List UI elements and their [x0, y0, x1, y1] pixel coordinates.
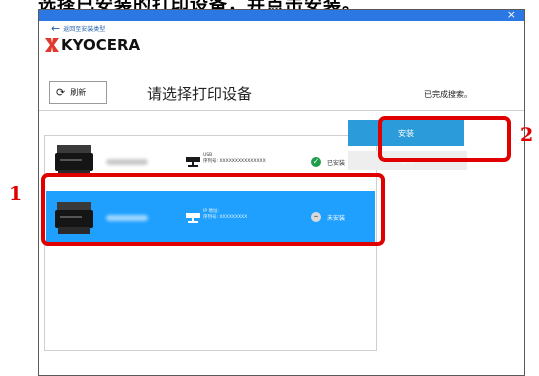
connection-info: USB 序列号: XXXXXXXXXXXXXXX [203, 153, 266, 165]
brand-logo: KYOCERA [45, 36, 140, 54]
callout-number-1: 1 [9, 183, 23, 205]
state-label: 已安装 [327, 159, 346, 167]
back-arrow-icon: ← [51, 22, 61, 35]
refresh-label: 刷新 [70, 88, 87, 97]
check-icon: ✓ [311, 157, 321, 167]
serial-number: 序列号: XXXXXXXXXXXXXXX [203, 159, 266, 164]
callout-box-1 [41, 173, 385, 246]
page-title: 请选择打印设备 [147, 85, 253, 103]
kyocera-logo-icon [45, 38, 59, 52]
divider [39, 110, 524, 111]
network-icon [186, 157, 200, 167]
close-icon[interactable]: × [507, 8, 516, 22]
callout-number-2: 2 [520, 124, 534, 146]
brand-name: KYOCERA [61, 36, 141, 54]
refresh-icon: ⟳ [56, 85, 66, 99]
title-bar: × [39, 8, 524, 22]
back-link[interactable]: ← 返回至安装类型 [51, 22, 106, 35]
refresh-button[interactable]: ⟳ 刷新 [49, 81, 107, 104]
callout-box-2 [378, 116, 511, 162]
search-status: 已完成搜索。 [424, 90, 472, 99]
back-link-label: 返回至安装类型 [63, 26, 106, 33]
install-state: ✓ 已安装 [311, 157, 345, 167]
printer-name-redacted [106, 159, 148, 165]
